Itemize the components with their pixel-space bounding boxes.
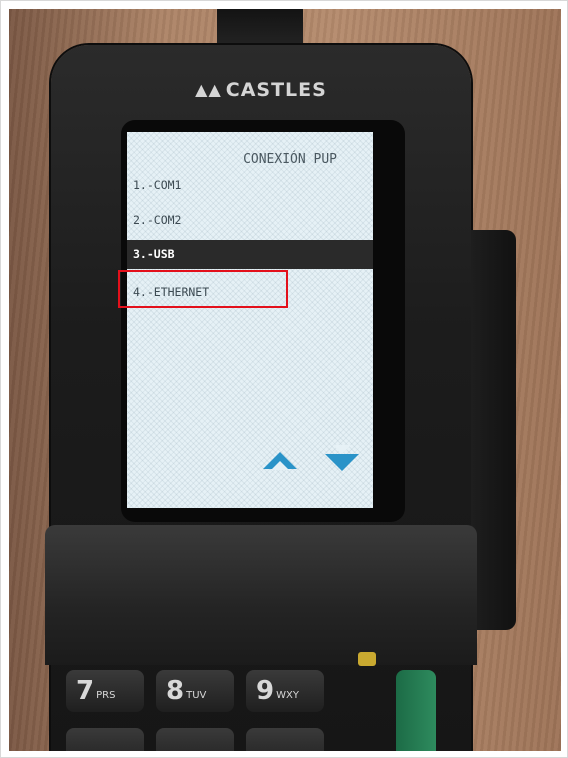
key-row4-a[interactable] <box>66 728 144 751</box>
key-row4-c[interactable] <box>246 728 324 751</box>
key-8[interactable]: 8 TUV <box>156 670 234 712</box>
keypad: 7 PRS 8 TUV 9 WXY <box>66 650 436 751</box>
menu-item-com2[interactable]: 2.-COM2 <box>127 206 373 235</box>
payment-terminal: ▲▲ CASTLES CONEXIÓN PUP 1.-COM1 2.-COM2 3… <box>45 45 516 751</box>
terminal-screen: CONEXIÓN PUP 1.-COM1 2.-COM2 3.-USB 4.-E… <box>127 132 373 508</box>
terminal-side <box>471 230 516 630</box>
red-annotation-box <box>118 270 288 308</box>
key-7[interactable]: 7 PRS <box>66 670 144 712</box>
brand-label: ▲▲ CASTLES <box>51 79 471 101</box>
menu-item-com1[interactable]: 1.-COM1 <box>127 171 373 200</box>
yellow-key[interactable] <box>358 652 376 666</box>
screen-bezel: CONEXIÓN PUP 1.-COM1 2.-COM2 3.-USB 4.-E… <box>118 120 405 522</box>
chevron-up-icon[interactable] <box>263 452 297 470</box>
menu-item-usb[interactable]: 3.-USB <box>127 240 373 269</box>
screen-title: CONEXIÓN PUP <box>243 152 337 167</box>
key-9[interactable]: 9 WXY <box>246 670 324 712</box>
chevron-down-icon[interactable] <box>325 445 359 471</box>
card-reader-slot <box>45 525 477 665</box>
castles-logo-icon: ▲▲ <box>195 80 222 99</box>
wood-background: ▲▲ CASTLES CONEXIÓN PUP 1.-COM1 2.-COM2 3… <box>9 9 561 751</box>
key-row4-b[interactable] <box>156 728 234 751</box>
brand-text: CASTLES <box>225 79 327 101</box>
enter-key[interactable] <box>396 670 436 751</box>
photo-frame: ▲▲ CASTLES CONEXIÓN PUP 1.-COM1 2.-COM2 3… <box>0 0 568 758</box>
